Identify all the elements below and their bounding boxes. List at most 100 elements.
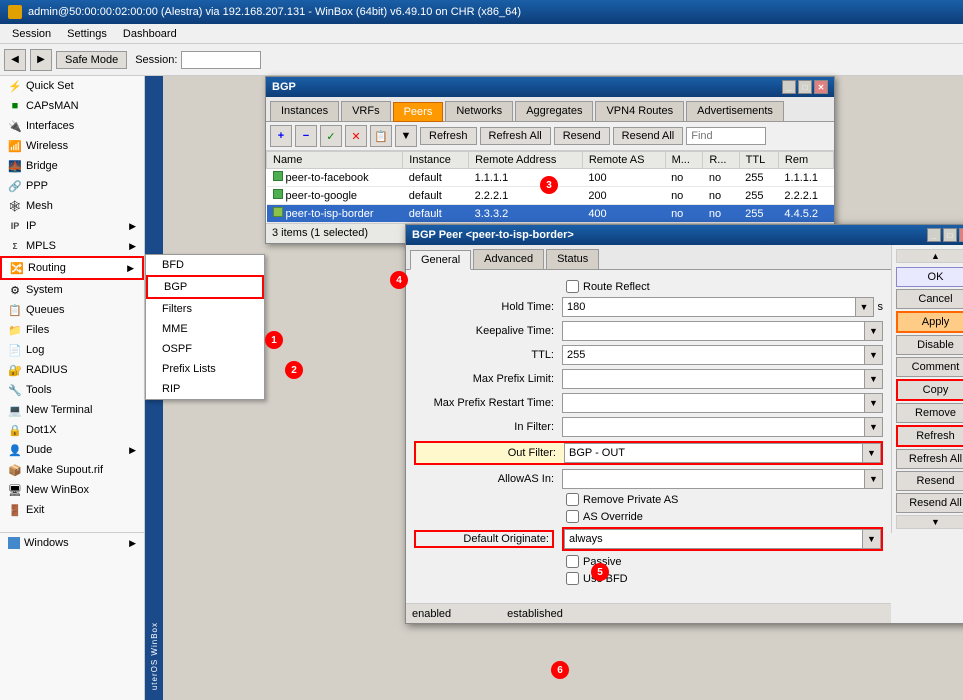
sidebar-item-radius[interactable]: 🔐 RADIUS xyxy=(0,360,144,380)
apply-button[interactable]: Apply xyxy=(896,311,963,333)
sidebar-item-routing[interactable]: 🔀 Routing ▶ xyxy=(0,256,144,280)
tab-instances[interactable]: Instances xyxy=(270,101,339,121)
sidebar-item-quick-set[interactable]: ⚡ Quick Set xyxy=(0,76,144,96)
table-row-selected[interactable]: peer-to-isp-border default 3.3.3.2 400 n… xyxy=(267,205,834,223)
default-originate-dropdown[interactable]: ▼ xyxy=(863,529,881,549)
bgp-copy-btn[interactable]: 📋 xyxy=(370,125,392,147)
tab-peers[interactable]: Peers xyxy=(393,102,444,122)
max-prefix-restart-dropdown[interactable]: ▼ xyxy=(865,393,883,413)
col-m[interactable]: M... xyxy=(665,152,703,169)
tab-networks[interactable]: Networks xyxy=(445,101,513,121)
ttl-dropdown[interactable]: ▼ xyxy=(865,345,883,365)
out-filter-input[interactable] xyxy=(564,443,863,463)
ttl-input[interactable] xyxy=(562,345,865,365)
sidebar-item-mesh[interactable]: 🕸 Mesh xyxy=(0,196,144,216)
submenu-filters[interactable]: Filters xyxy=(146,299,264,319)
hold-time-input[interactable] xyxy=(562,297,856,317)
disable-button[interactable]: Disable xyxy=(896,335,963,355)
sidebar-item-new-terminal[interactable]: 💻 New Terminal xyxy=(0,400,144,420)
refresh-all-button[interactable]: Refresh All xyxy=(896,449,963,469)
peer-tab-status[interactable]: Status xyxy=(546,249,599,269)
hold-time-stepper[interactable]: ▼ xyxy=(856,297,874,317)
sidebar-item-ip[interactable]: IP IP ▶ xyxy=(0,216,144,236)
forward-button[interactable]: ▶ xyxy=(30,49,52,71)
submenu-bgp[interactable]: BGP xyxy=(146,275,264,299)
route-reflect-checkbox[interactable] xyxy=(566,280,579,293)
bgp-refresh-all-btn[interactable]: Refresh All xyxy=(480,127,551,145)
keepalive-dropdown[interactable]: ▼ xyxy=(865,321,883,341)
sidebar-item-system[interactable]: ⚙ System xyxy=(0,280,144,300)
sidebar-item-queues[interactable]: 📋 Queues xyxy=(0,300,144,320)
sidebar-item-log[interactable]: 📄 Log xyxy=(0,340,144,360)
passive-checkbox[interactable] xyxy=(566,555,579,568)
peer-tab-advanced[interactable]: Advanced xyxy=(473,249,544,269)
sidebar-item-exit[interactable]: 🚪 Exit xyxy=(0,500,144,520)
submenu-mme[interactable]: MME xyxy=(146,319,264,339)
resend-button[interactable]: Resend xyxy=(896,471,963,491)
sidebar-item-make-supout[interactable]: 📦 Make Supout.rif xyxy=(0,460,144,480)
resend-all-button[interactable]: Resend All xyxy=(896,493,963,513)
submenu-prefix-lists[interactable]: Prefix Lists xyxy=(146,359,264,379)
sidebar-item-new-winbox[interactable]: 🖥 New WinBox xyxy=(0,480,144,500)
col-rem[interactable]: Rem xyxy=(778,152,833,169)
sidebar-item-bridge[interactable]: 🌉 Bridge xyxy=(0,156,144,176)
col-remote-as[interactable]: Remote AS xyxy=(582,152,665,169)
peer-tab-general[interactable]: General xyxy=(410,250,471,270)
submenu-rip[interactable]: RIP xyxy=(146,379,264,399)
bgp-check-btn[interactable]: ✓ xyxy=(320,125,342,147)
tab-vpn4[interactable]: VPN4 Routes xyxy=(595,101,684,121)
sidebar-item-files[interactable]: 📁 Files xyxy=(0,320,144,340)
bgp-resend-all-btn[interactable]: Resend All xyxy=(613,127,684,145)
submenu-bfd[interactable]: BFD xyxy=(146,255,264,275)
bgp-cross-btn[interactable]: ✕ xyxy=(345,125,367,147)
as-override-checkbox[interactable] xyxy=(566,510,579,523)
sidebar-item-wireless[interactable]: 📶 Wireless xyxy=(0,136,144,156)
safe-mode-button[interactable]: Safe Mode xyxy=(56,51,127,69)
copy-button[interactable]: Copy xyxy=(896,379,963,401)
col-remote-address[interactable]: Remote Address xyxy=(469,152,583,169)
tab-aggregates[interactable]: Aggregates xyxy=(515,101,593,121)
default-originate-input[interactable] xyxy=(564,529,863,549)
allowas-dropdown[interactable]: ▼ xyxy=(865,469,883,489)
sidebar-item-capsman[interactable]: ■ CAPsMAN xyxy=(0,96,144,116)
ok-button[interactable]: OK xyxy=(896,267,963,287)
sidebar-item-interfaces[interactable]: 🔌 Interfaces xyxy=(0,116,144,136)
bgp-find-input[interactable] xyxy=(686,127,766,145)
col-r[interactable]: R... xyxy=(703,152,739,169)
bgp-add-btn[interactable]: + xyxy=(270,125,292,147)
out-filter-dropdown[interactable]: ▼ xyxy=(863,443,881,463)
session-input[interactable] xyxy=(181,51,261,69)
bgp-close[interactable]: ✕ xyxy=(814,80,828,94)
menu-session[interactable]: Session xyxy=(4,26,59,42)
peer-close[interactable]: ✕ xyxy=(959,228,963,242)
peer-scroll-down[interactable]: ▼ xyxy=(896,515,963,529)
remove-private-as-checkbox[interactable] xyxy=(566,493,579,506)
bgp-minimize[interactable]: _ xyxy=(782,80,796,94)
bgp-remove-btn[interactable]: − xyxy=(295,125,317,147)
col-ttl[interactable]: TTL xyxy=(739,152,778,169)
sidebar-item-mpls[interactable]: Σ MPLS ▶ xyxy=(0,236,144,256)
refresh-button[interactable]: Refresh xyxy=(896,425,963,447)
bgp-resend-btn[interactable]: Resend xyxy=(554,127,610,145)
allowas-input[interactable] xyxy=(562,469,865,489)
sidebar-item-tools[interactable]: 🔧 Tools xyxy=(0,380,144,400)
max-prefix-dropdown[interactable]: ▼ xyxy=(865,369,883,389)
max-prefix-restart-input[interactable] xyxy=(562,393,865,413)
col-name[interactable]: Name xyxy=(267,152,403,169)
remove-button[interactable]: Remove xyxy=(896,403,963,423)
peer-scroll-up[interactable]: ▲ xyxy=(896,249,963,263)
comment-button[interactable]: Comment xyxy=(896,357,963,377)
sidebar-item-dude[interactable]: 👤 Dude ▶ xyxy=(0,440,144,460)
bgp-maximize[interactable]: □ xyxy=(798,80,812,94)
use-bfd-checkbox[interactable] xyxy=(566,572,579,585)
peer-maximize[interactable]: □ xyxy=(943,228,957,242)
in-filter-input[interactable] xyxy=(562,417,865,437)
back-button[interactable]: ◀ xyxy=(4,49,26,71)
peer-minimize[interactable]: _ xyxy=(927,228,941,242)
menu-settings[interactable]: Settings xyxy=(59,26,115,42)
submenu-ospf[interactable]: OSPF xyxy=(146,339,264,359)
sidebar-item-dot1x[interactable]: 🔒 Dot1X xyxy=(0,420,144,440)
bgp-refresh-btn[interactable]: Refresh xyxy=(420,127,477,145)
col-instance[interactable]: Instance xyxy=(403,152,469,169)
bgp-filter-btn[interactable]: ▼ xyxy=(395,125,417,147)
